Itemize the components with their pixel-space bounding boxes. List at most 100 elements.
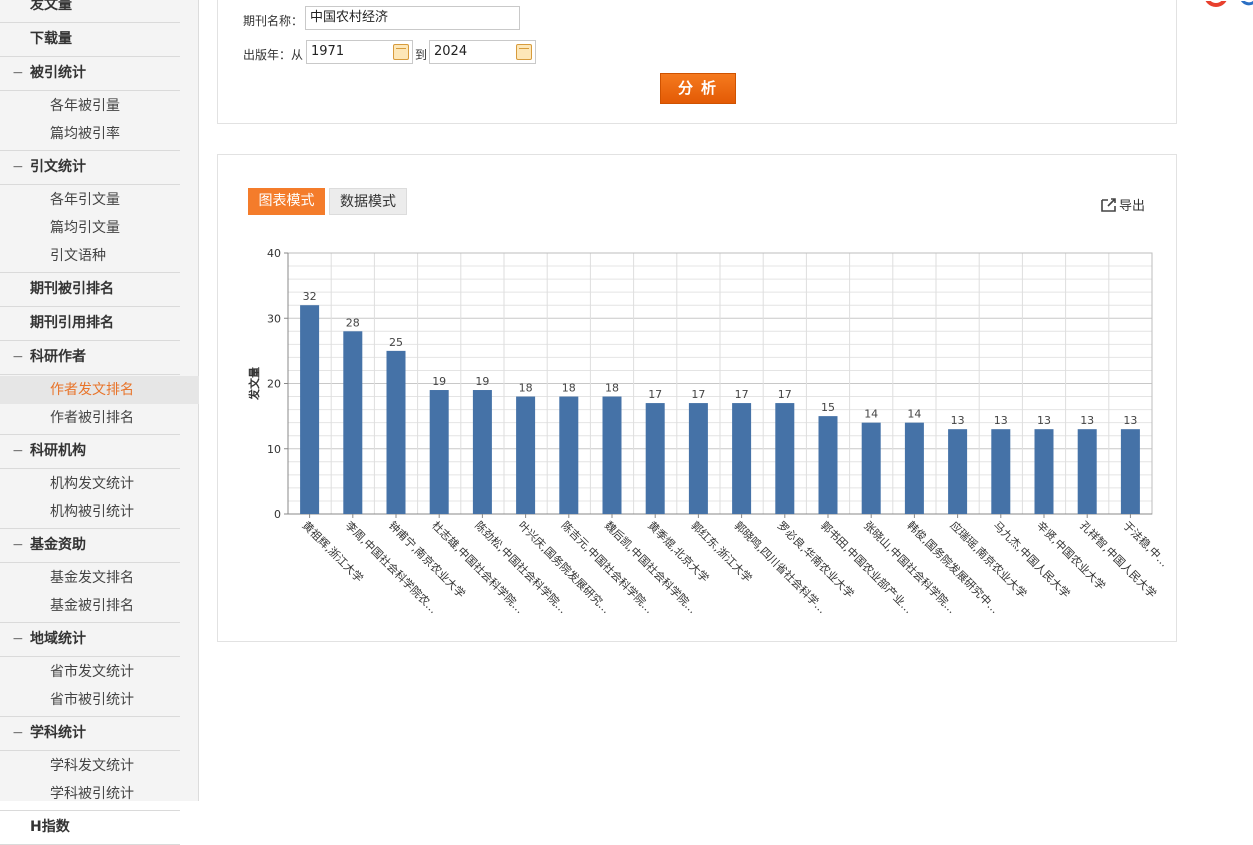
data-label: 19 xyxy=(475,375,489,388)
bar xyxy=(688,403,708,514)
sidebar-divider xyxy=(0,22,180,23)
sidebar-label: 引文语种 xyxy=(50,248,106,264)
collapse-icon[interactable]: − xyxy=(12,624,24,654)
sidebar-group[interactable]: 下载量 xyxy=(0,24,180,54)
sidebar-group[interactable]: − 学科统计 xyxy=(0,718,180,748)
data-label: 15 xyxy=(821,401,835,414)
calendar-icon[interactable] xyxy=(516,44,532,60)
data-label: 14 xyxy=(864,408,878,421)
bar xyxy=(645,403,665,514)
sidebar-label: 各年被引量 xyxy=(50,98,120,114)
bar xyxy=(948,429,968,514)
sidebar-item[interactable]: 学科被引统计 xyxy=(0,780,180,808)
sidebar-label: 学科统计 xyxy=(30,725,86,741)
y-tick-label: 30 xyxy=(267,312,281,325)
sidebar-divider xyxy=(0,562,180,563)
sidebar-divider xyxy=(0,306,180,307)
sidebar-label: 期刊引用排名 xyxy=(30,315,114,331)
sidebar-label: 基金资助 xyxy=(30,537,86,553)
author-publication-chart: 010203040发文量32黄祖辉,浙江大学28李周,中国社会科学院农…25钟甫… xyxy=(247,247,1172,616)
analyze-button[interactable]: 分析 xyxy=(660,73,736,104)
y-tick-label: 20 xyxy=(267,378,281,391)
collapse-icon[interactable]: − xyxy=(12,530,24,560)
sidebar-group[interactable]: H指数 xyxy=(0,812,180,842)
year-to-label: 到 xyxy=(415,48,428,62)
journal-name-input[interactable]: 中国农村经济 xyxy=(305,6,520,30)
sidebar-label: 学科被引统计 xyxy=(50,786,134,802)
logo-icon xyxy=(1205,0,1253,7)
sidebar-item[interactable]: 作者被引排名 xyxy=(0,404,180,432)
sidebar-group[interactable]: − 科研作者 xyxy=(0,342,180,372)
sidebar-divider xyxy=(0,750,180,751)
bar xyxy=(300,305,320,514)
sidebar-item[interactable]: 学科发文统计 xyxy=(0,752,180,780)
bar xyxy=(429,390,449,514)
data-label: 18 xyxy=(519,382,533,395)
sidebar-group[interactable]: − 基金资助 xyxy=(0,530,180,560)
sidebar-item[interactable]: 篇均被引率 xyxy=(0,120,180,148)
data-label: 19 xyxy=(432,375,446,388)
sidebar-item[interactable]: 省市被引统计 xyxy=(0,686,180,714)
data-label: 32 xyxy=(303,290,317,303)
sidebar-item[interactable]: 机构发文统计 xyxy=(0,470,180,498)
data-label: 17 xyxy=(735,388,749,401)
bar xyxy=(818,416,838,514)
data-label: 13 xyxy=(994,414,1008,427)
bar xyxy=(516,396,536,514)
sidebar-divider xyxy=(0,90,180,91)
sidebar-group[interactable]: − 被引统计 xyxy=(0,58,180,88)
sidebar-group[interactable]: 发文量 xyxy=(0,0,180,20)
sidebar-item[interactable]: 各年被引量 xyxy=(0,92,180,120)
sidebar-label: 科研作者 xyxy=(30,349,86,365)
collapse-icon[interactable]: − xyxy=(12,436,24,466)
sidebar-divider xyxy=(0,528,180,529)
data-label: 18 xyxy=(605,382,619,395)
y-tick-label: 40 xyxy=(267,247,281,260)
sidebar-group[interactable]: − 地域统计 xyxy=(0,624,180,654)
sidebar-label: 作者被引排名 xyxy=(50,410,134,426)
sidebar-item[interactable]: 基金发文排名 xyxy=(0,564,180,592)
year-to-input[interactable]: 2024 xyxy=(429,40,536,64)
sidebar-group[interactable]: 期刊被引排名 xyxy=(0,274,180,304)
sidebar-item[interactable]: 基金被引排名 xyxy=(0,592,180,620)
sidebar-label: 篇均引文量 xyxy=(50,220,120,236)
sidebar-item[interactable]: 引文语种 xyxy=(0,242,180,270)
sidebar-divider xyxy=(0,150,180,151)
data-label: 13 xyxy=(1123,414,1137,427)
sidebar-group[interactable]: 期刊引用排名 xyxy=(0,308,180,338)
collapse-icon[interactable]: − xyxy=(12,342,24,372)
sidebar-label: 学科发文统计 xyxy=(50,758,134,774)
bar xyxy=(343,331,363,514)
sidebar-item[interactable]: 各年引文量 xyxy=(0,186,180,214)
sidebar-label: 引文统计 xyxy=(30,159,86,175)
bar xyxy=(1077,429,1097,514)
year-from-value: 1971 xyxy=(311,44,345,59)
bar xyxy=(732,403,752,514)
data-label: 28 xyxy=(346,316,360,329)
sidebar-group[interactable]: − 引文统计 xyxy=(0,152,180,182)
sidebar-divider xyxy=(0,56,180,57)
query-form-panel: 期刊名称： 中国农村经济 出版年：从 1971 到 2024 分析 xyxy=(217,0,1177,124)
sidebar-divider xyxy=(0,622,180,623)
sidebar-item[interactable]: 省市发文统计 xyxy=(0,658,180,686)
year-from-input[interactable]: 1971 xyxy=(306,40,413,64)
sidebar-divider xyxy=(0,656,180,657)
sidebar-label: 篇均被引率 xyxy=(50,126,120,142)
collapse-icon[interactable]: − xyxy=(12,718,24,748)
sidebar-group[interactable]: − 科研机构 xyxy=(0,436,180,466)
sidebar-divider xyxy=(0,340,180,341)
collapse-icon[interactable]: − xyxy=(12,58,24,88)
bar xyxy=(472,390,492,514)
sidebar-item[interactable]: 机构被引统计 xyxy=(0,498,180,526)
sidebar-item[interactable]: 作者发文排名 xyxy=(0,376,199,404)
sidebar-item[interactable]: 篇均引文量 xyxy=(0,214,180,242)
sidebar-label: 被引统计 xyxy=(30,65,86,81)
corner-logo xyxy=(1203,0,1253,14)
journal-name-label: 期刊名称： xyxy=(243,14,304,28)
sidebar-divider xyxy=(0,272,180,273)
calendar-icon[interactable] xyxy=(393,44,409,60)
collapse-icon[interactable]: − xyxy=(12,152,24,182)
bar xyxy=(386,350,406,514)
sidebar-divider xyxy=(0,468,180,469)
sidebar-label: 省市被引统计 xyxy=(50,692,134,708)
